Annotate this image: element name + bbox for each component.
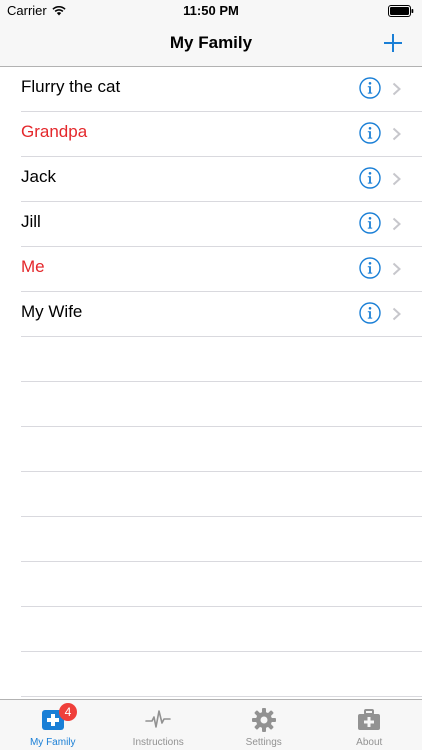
add-member-button[interactable]: [381, 31, 405, 55]
info-icon[interactable]: [359, 122, 381, 144]
empty-row: [21, 562, 422, 607]
empty-row: [21, 472, 422, 517]
family-member-row[interactable]: Me: [21, 247, 422, 292]
app-screen: Carrier 11:50 PM My Family Flurry the ca…: [0, 0, 422, 750]
chevron-right-icon: [392, 127, 401, 141]
tab-my-family[interactable]: 4 My Family: [0, 700, 106, 750]
tab-about[interactable]: About: [317, 700, 422, 750]
status-bar: Carrier 11:50 PM: [0, 0, 422, 22]
tab-instructions[interactable]: Instructions: [106, 700, 212, 750]
empty-row: [21, 382, 422, 427]
empty-row: [21, 607, 422, 652]
chevron-right-icon: [392, 217, 401, 231]
family-member-row[interactable]: Grandpa: [21, 112, 422, 157]
status-time: 11:50 PM: [183, 3, 239, 18]
empty-row: [21, 337, 422, 382]
tab-bar: 4 My Family Instructions Settings About: [0, 699, 422, 750]
empty-row: [21, 652, 422, 697]
info-icon[interactable]: [359, 77, 381, 99]
family-member-list: Flurry the cat Grandpa Jack Jill Me My W…: [0, 67, 422, 697]
member-name: Flurry the cat: [21, 77, 121, 96]
chevron-right-icon: [392, 172, 401, 186]
gear-icon: [251, 708, 276, 732]
tab-label: Instructions: [132, 737, 184, 748]
info-icon[interactable]: [359, 257, 381, 279]
tab-settings[interactable]: Settings: [211, 700, 317, 750]
family-member-row[interactable]: Jack: [21, 157, 422, 202]
tab-label: Settings: [245, 737, 282, 748]
info-icon[interactable]: [359, 302, 381, 324]
heartbeat-icon: [145, 710, 172, 728]
family-member-row[interactable]: Jill: [21, 202, 422, 247]
page-title: My Family: [169, 33, 253, 52]
member-name: Grandpa: [21, 122, 88, 141]
tab-label: My Family: [29, 737, 76, 748]
navigation-bar: My Family: [0, 22, 422, 67]
empty-row: [21, 517, 422, 562]
info-icon[interactable]: [359, 167, 381, 189]
member-name: Me: [21, 257, 45, 276]
chevron-right-icon: [392, 307, 401, 321]
chevron-right-icon: [392, 262, 401, 276]
medical-kit-icon: [358, 709, 381, 730]
battery-icon: [388, 5, 414, 17]
notification-badge: 4: [59, 703, 77, 721]
family-member-row[interactable]: Flurry the cat: [21, 67, 422, 112]
member-name: Jill: [21, 212, 41, 231]
info-icon[interactable]: [359, 212, 381, 234]
tab-label: About: [356, 737, 383, 748]
member-name: Jack: [21, 167, 56, 186]
member-name: My Wife: [21, 302, 83, 321]
family-member-row[interactable]: My Wife: [21, 292, 422, 337]
empty-row: [21, 427, 422, 472]
chevron-right-icon: [392, 82, 401, 96]
